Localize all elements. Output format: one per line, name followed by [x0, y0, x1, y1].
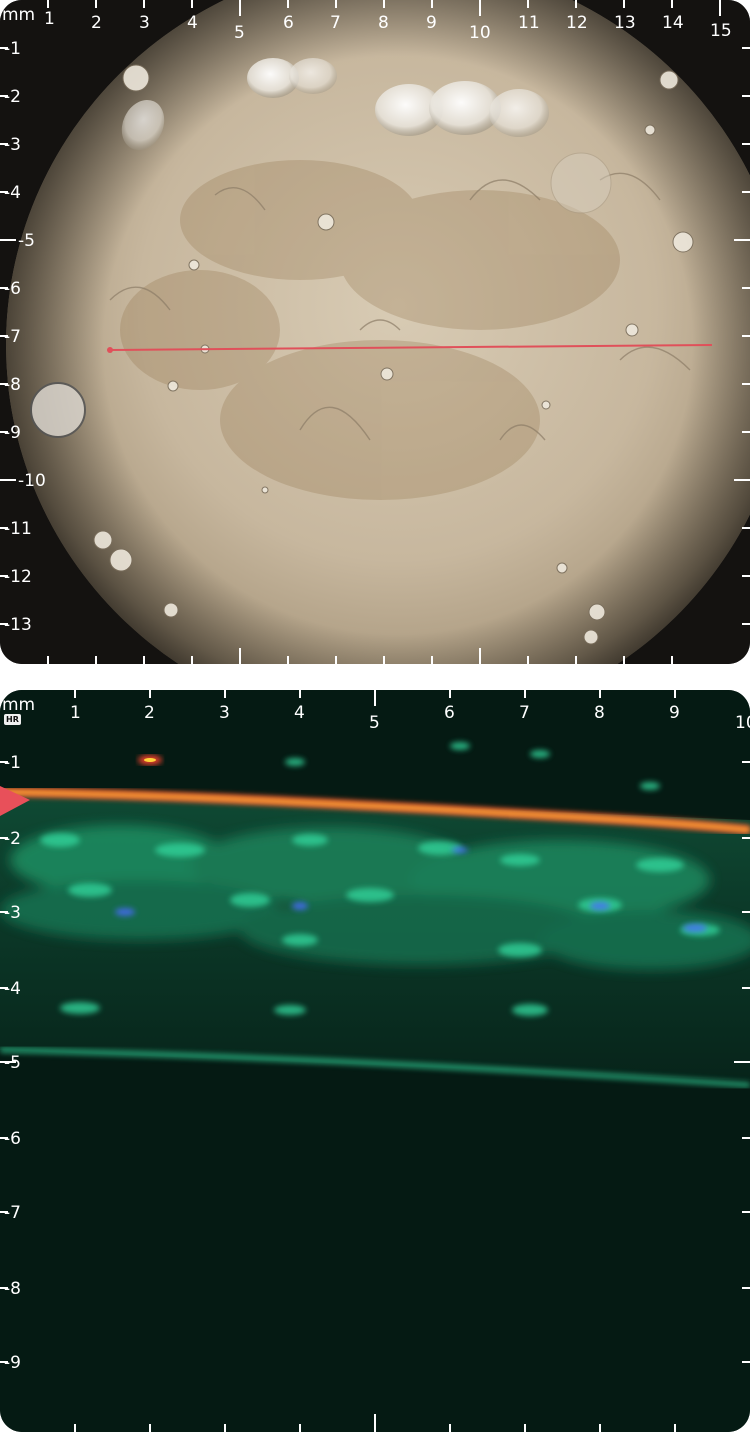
- svg-text:1: 1: [44, 9, 55, 29]
- svg-text:-8: -8: [4, 1279, 21, 1299]
- svg-text:9: 9: [426, 13, 437, 33]
- svg-text:-3: -3: [4, 903, 21, 923]
- svg-text:7: 7: [330, 13, 341, 33]
- svg-text:-11: -11: [4, 519, 32, 539]
- svg-text:1: 1: [70, 703, 81, 723]
- svg-text:5: 5: [234, 23, 245, 43]
- svg-text:2: 2: [144, 703, 155, 723]
- svg-text:-9: -9: [4, 1353, 21, 1373]
- svg-text:-2: -2: [4, 87, 21, 107]
- svg-text:-4: -4: [4, 979, 21, 999]
- svg-text:12: 12: [566, 13, 588, 33]
- svg-text:-4: -4: [4, 183, 21, 203]
- svg-text:-5: -5: [4, 1053, 21, 1073]
- bottom-y-tick-labels: -1 -2 -3 -4 -5 -6 -7 -8 -9: [4, 753, 21, 1373]
- svg-text:-13: -13: [4, 615, 32, 635]
- svg-text:-6: -6: [4, 1129, 21, 1149]
- svg-text:-1: -1: [4, 753, 21, 773]
- svg-text:3: 3: [139, 13, 150, 33]
- svg-text:8: 8: [378, 13, 389, 33]
- svg-text:9: 9: [669, 703, 680, 723]
- ultrasound-panel: mm 1 2 3 4 5 6 7 8 9 10 -1 -2 -3 -4 -5 -…: [0, 690, 750, 1432]
- svg-text:-7: -7: [4, 1203, 21, 1223]
- svg-text:-2: -2: [4, 829, 21, 849]
- svg-text:-8: -8: [4, 375, 21, 395]
- dermoscopy-image: 1 2 3 4 5 6 7 8 9 10 11 12 13 14 15 mm -…: [0, 0, 750, 664]
- svg-text:6: 6: [444, 703, 455, 723]
- svg-text:-3: -3: [4, 135, 21, 155]
- svg-text:-7: -7: [4, 327, 21, 347]
- svg-text:-5: -5: [18, 231, 35, 251]
- top-unit-label: mm: [2, 5, 35, 25]
- bottom-unit-label: mm: [2, 695, 35, 715]
- svg-text:6: 6: [283, 13, 294, 33]
- svg-text:5: 5: [369, 713, 380, 733]
- ultrasound-image: mm 1 2 3 4 5 6 7 8 9 10 -1 -2 -3 -4 -5 -…: [0, 690, 750, 1432]
- svg-text:-1: -1: [4, 39, 21, 59]
- svg-text:-12: -12: [4, 567, 32, 587]
- svg-text:2: 2: [91, 13, 102, 33]
- svg-text:-9: -9: [4, 423, 21, 443]
- svg-text:4: 4: [187, 13, 198, 33]
- svg-text:10: 10: [735, 713, 750, 733]
- hr-badge: HR: [4, 714, 21, 725]
- svg-text:14: 14: [662, 13, 684, 33]
- svg-text:10: 10: [469, 23, 491, 43]
- svg-text:-6: -6: [4, 279, 21, 299]
- svg-text:13: 13: [614, 13, 636, 33]
- svg-text:8: 8: [594, 703, 605, 723]
- svg-text:4: 4: [294, 703, 305, 723]
- svg-text:11: 11: [518, 13, 540, 33]
- svg-text:3: 3: [219, 703, 230, 723]
- svg-text:7: 7: [519, 703, 530, 723]
- dermoscopy-panel: 1 2 3 4 5 6 7 8 9 10 11 12 13 14 15 mm -…: [0, 0, 750, 664]
- svg-text:-10: -10: [18, 471, 46, 491]
- svg-text:15: 15: [710, 21, 732, 41]
